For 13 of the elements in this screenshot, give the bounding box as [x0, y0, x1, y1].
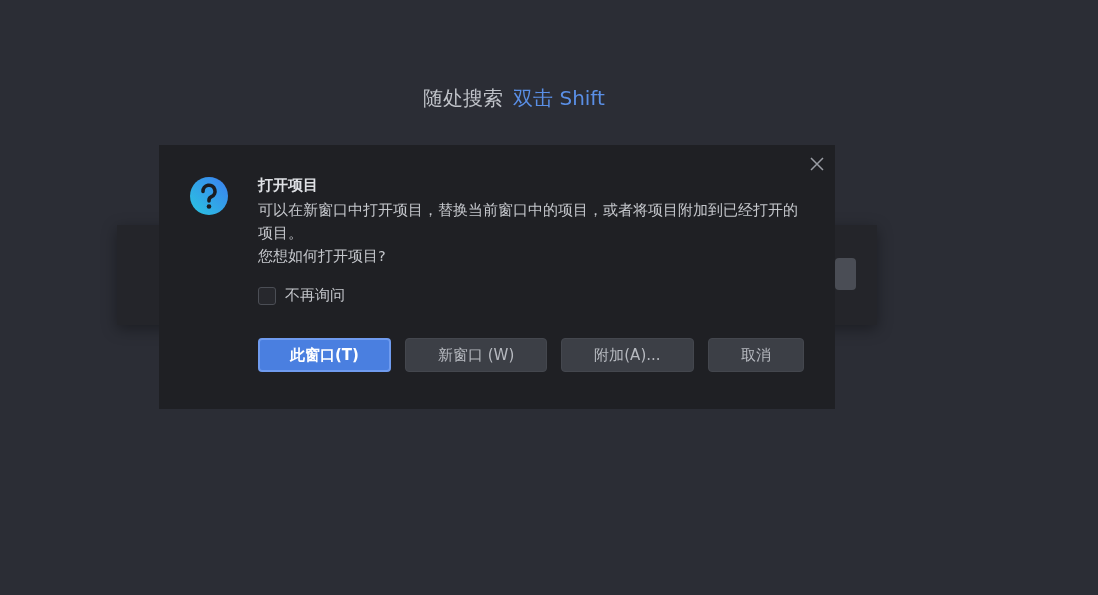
scrollbar-thumb[interactable]	[835, 258, 856, 290]
hint-shortcut: 双击 Shift	[513, 85, 605, 112]
dialog-title: 打开项目	[258, 175, 319, 195]
dialog-button[interactable]: 取消	[707, 338, 804, 372]
checkbox[interactable]	[258, 286, 276, 305]
close-icon[interactable]	[810, 157, 824, 171]
dialog-button[interactable]: 此窗口(T)	[258, 338, 391, 372]
dialog-button[interactable]: 附加(A)...	[561, 338, 694, 372]
checkbox-label: 不再询问	[285, 286, 345, 305]
hint-label: 随处搜索	[423, 85, 504, 112]
dialog-button[interactable]: 新窗口 (W)	[404, 338, 548, 372]
dialog-message: 可以在新窗口中打开项目，替换当前窗口中的项目，或者将项目附加到已经打开的项目。 您想如何打开项目?	[258, 201, 798, 266]
question-icon	[190, 177, 228, 215]
